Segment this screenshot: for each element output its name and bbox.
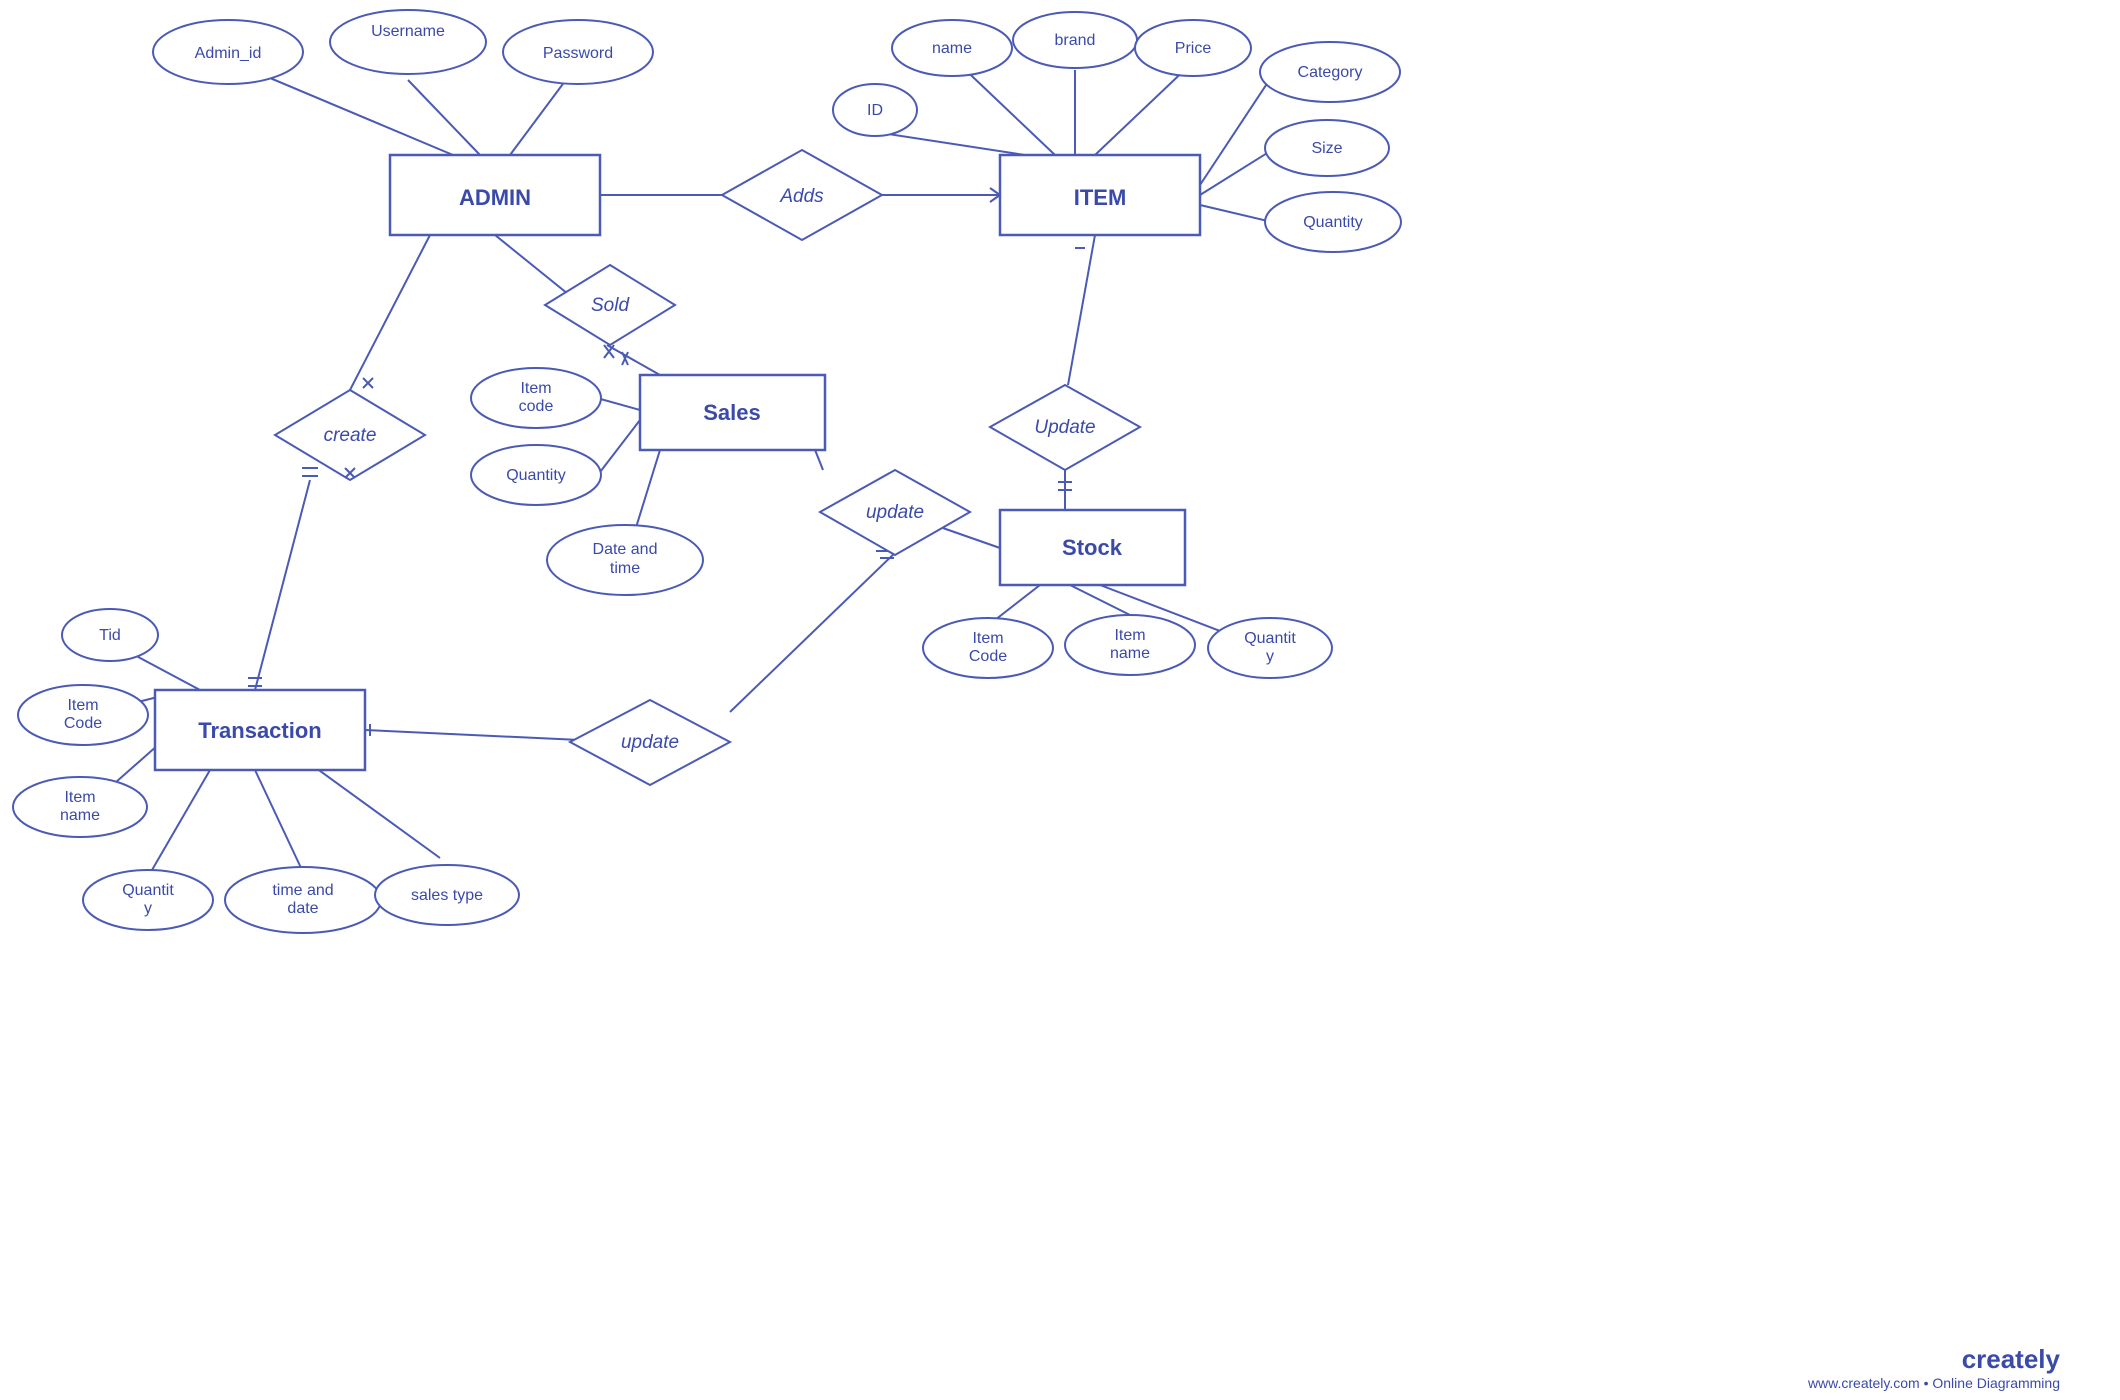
stock-itemname-label2: name (1110, 645, 1150, 662)
admin-id-label: Admin_id (195, 45, 262, 62)
sales-label: Sales (703, 400, 761, 425)
sales-datetime-label2: time (610, 560, 640, 577)
update-rel-label: update (866, 502, 924, 523)
trans-salestype-label: sales type (411, 887, 483, 904)
trans-itemcode-label2: Code (64, 715, 102, 732)
item-label: ITEM (1074, 185, 1127, 210)
transaction-label: Transaction (198, 718, 321, 743)
item-id-label: ID (867, 102, 883, 119)
item-size-label: Size (1311, 140, 1342, 157)
trans-quantity-label2: y (144, 900, 152, 917)
stock-itemcode-label2: Code (969, 648, 1007, 665)
sales-itemcode-label: Item (520, 380, 551, 397)
item-brand-label: brand (1055, 32, 1096, 49)
stock-itemname-label: Item (1114, 627, 1145, 644)
admin-label: ADMIN (459, 185, 531, 210)
trans-itemcode-label: Item (67, 697, 98, 714)
tid-label: Tid (99, 627, 121, 644)
trans-itemname-label2: name (60, 807, 100, 824)
adds-label: Adds (779, 186, 824, 207)
stock-itemcode-label: Item (972, 630, 1003, 647)
stock-quantity-label: Quantit (1244, 630, 1296, 647)
update-stock-label: Update (1034, 417, 1095, 438)
item-quantity-label: Quantity (1303, 214, 1363, 231)
update-trans-label: update (621, 732, 679, 753)
item-category-label: Category (1298, 64, 1363, 81)
sold-label: Sold (591, 295, 630, 316)
creately-sub: www.creately.com • Online Diagramming (1807, 1375, 2060, 1391)
creately-brand: creately (1962, 1344, 2061, 1374)
sales-datetime-label: Date and (593, 541, 658, 558)
trans-quantity-label: Quantit (122, 882, 174, 899)
trans-timedate-label: time and (272, 882, 333, 899)
stock-quantity-label2: y (1266, 648, 1274, 665)
sales-itemcode-label2: code (519, 398, 554, 415)
trans-itemname-label: Item (64, 789, 95, 806)
username-attr (330, 10, 486, 74)
create-label: create (324, 425, 377, 446)
username-label: Username (371, 23, 445, 40)
password-label: Password (543, 45, 613, 62)
trans-timedate-label2: date (287, 900, 318, 917)
stock-label: Stock (1062, 535, 1123, 560)
sales-quantity-label: Quantity (506, 467, 566, 484)
item-name-label: name (932, 40, 972, 57)
item-price-label: Price (1175, 40, 1212, 57)
